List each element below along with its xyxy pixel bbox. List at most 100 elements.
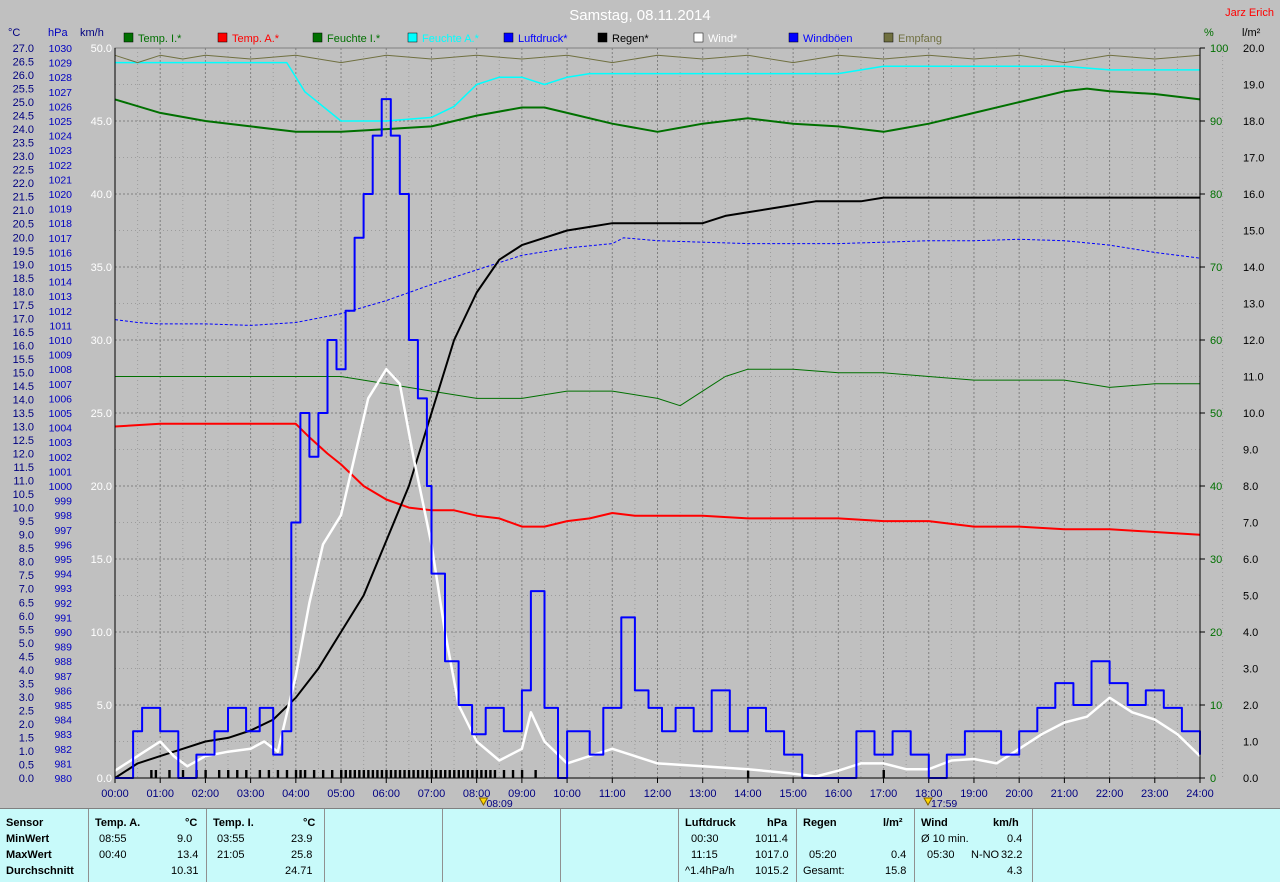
pressure-tick-label: 999 (54, 496, 72, 508)
stats-temp-i-col: Temp. I. °C 03:55 23.9 21:05 25.8 24.71 (206, 809, 324, 882)
rain-tick-label: 1.0 (1243, 737, 1258, 749)
pressure-tick-label: 1028 (49, 72, 73, 84)
wind-tick-label: 40.0 (91, 189, 112, 201)
wind-tick-label: 25.0 (91, 408, 112, 420)
rain-tick-label: 14.0 (1243, 262, 1264, 274)
temp-tick-label: 1.5 (19, 732, 34, 744)
rain-bar (520, 770, 524, 778)
rain-bar (245, 770, 248, 778)
legend-swatch (883, 32, 894, 43)
wind-tick-label: 0.0 (97, 773, 112, 785)
rain-bar (466, 770, 470, 778)
rain-tick-label: 17.0 (1243, 153, 1264, 165)
rain-tick-label: 9.0 (1243, 445, 1258, 457)
rain-bar (267, 770, 271, 778)
legend-label: Temp. I.* (138, 33, 182, 45)
rain-tick-label: 16.0 (1243, 189, 1264, 201)
x-tick-label: 20:00 (1005, 788, 1033, 800)
rain-bar (380, 770, 384, 778)
temp-tick-label: 19.0 (13, 259, 34, 271)
rain-bar (154, 770, 158, 778)
stats-panel: Sensor MinWert MaxWert Durchschnitt Temp… (0, 808, 1280, 882)
temp-a-min: 9.0 (177, 833, 193, 845)
pressure-tick-label: 1012 (49, 306, 73, 318)
rain-max: 0.4 (891, 849, 907, 861)
rain-bar (882, 770, 885, 778)
rain-bar (493, 770, 497, 778)
pressure-tick-label: 1002 (49, 452, 73, 464)
stats-empty-col-3 (560, 809, 678, 882)
pressure-tick-label: 996 (54, 539, 72, 551)
rain-bar (746, 770, 750, 778)
pressure-unit: hPa (767, 817, 788, 829)
rain-tick-label: 20.0 (1243, 43, 1264, 55)
rain-bar (444, 770, 447, 778)
rain-bar (448, 770, 451, 778)
wind-max-dir: N-NO (971, 849, 1000, 861)
rain-tick-label: 19.0 (1243, 80, 1264, 92)
pressure-tick-label: 1011 (49, 320, 72, 332)
pressure-tick-label: 1008 (49, 364, 73, 376)
rain-bar (376, 770, 379, 778)
pressure-tick-label: 1005 (49, 408, 73, 420)
rain-bar (299, 770, 302, 778)
rain-bar (358, 770, 361, 778)
humidity-tick-label: 80 (1210, 189, 1222, 201)
stats-empty-col-2 (442, 809, 560, 882)
humidity-tick-label: 40 (1210, 481, 1222, 493)
temp-tick-label: 4.0 (19, 665, 34, 677)
humidity-tick-label: 30 (1210, 554, 1222, 566)
temp-tick-label: 11.5 (13, 462, 34, 474)
pressure-tick-label: 1019 (49, 204, 73, 216)
wind-min-label: Ø 10 min. (921, 833, 969, 845)
pressure-tick-label: 982 (54, 744, 72, 756)
rain-unit: l/m² (883, 817, 903, 829)
x-tick-label: 07:00 (418, 788, 446, 800)
temp-tick-label: 25.5 (13, 84, 34, 96)
temp-tick-label: 16.0 (13, 340, 34, 352)
rain-tick-label: 7.0 (1243, 518, 1258, 530)
legend-label: Feuchte I.* (327, 33, 381, 45)
rain-tick-label: 13.0 (1243, 299, 1264, 311)
wind-tick-label: 15.0 (91, 554, 112, 566)
rain-bar (434, 770, 438, 778)
pressure-tick-label: 1000 (49, 481, 73, 493)
humidity-tick-label: 0 (1210, 773, 1216, 785)
stats-empty-col-4 (1032, 809, 1280, 882)
x-tick-label: 06:00 (372, 788, 400, 800)
temp-tick-label: 0.0 (19, 773, 34, 785)
temp-i-unit: °C (303, 817, 316, 829)
pressure-tick-label: 992 (54, 598, 72, 610)
x-tick-label: 10:00 (553, 788, 581, 800)
pressure-tick-label: 980 (54, 773, 72, 785)
temp-tick-label: 13.0 (13, 422, 34, 434)
rain-tick-label: 5.0 (1243, 591, 1258, 603)
pressure-tick-label: 989 (54, 642, 72, 654)
rain-bar (371, 770, 375, 778)
rain-bar (312, 770, 316, 778)
pressure-tick-label: 1022 (49, 160, 73, 172)
x-tick-label: 05:00 (327, 788, 355, 800)
rain-bar (344, 770, 347, 778)
temp-a-unit: °C (185, 817, 198, 829)
temp-tick-label: 26.5 (13, 57, 34, 69)
rain-bar (349, 770, 352, 778)
legend-swatch (503, 32, 514, 43)
temp-tick-label: 9.5 (19, 516, 34, 528)
x-tick-label: 24:00 (1186, 788, 1214, 800)
x-tick-label: 00:00 (101, 788, 129, 800)
wind-max-time: 05:30 (927, 849, 955, 861)
temp-i-min: 23.9 (291, 833, 313, 845)
temp-tick-label: 18.0 (13, 286, 34, 298)
weather-chart: 00:00 01:00 02:00 03:00 04:00 05:00 06:00 07:00… (0, 0, 1280, 810)
legend-swatch (312, 32, 323, 43)
temp-tick-label: 14.5 (13, 381, 34, 393)
time-marker-label: 08:09 (486, 798, 512, 808)
pressure-tick-label: 983 (54, 729, 72, 741)
pressure-tick-label: 1021 (49, 174, 73, 186)
rain-bar (457, 770, 460, 778)
temp-tick-label: 12.5 (13, 435, 34, 447)
stats-sensor-col: Sensor MinWert MaxWert Durchschnitt (0, 809, 88, 882)
wind-unit-label: km/h (80, 27, 104, 39)
temp-tick-label: 8.5 (19, 543, 34, 555)
